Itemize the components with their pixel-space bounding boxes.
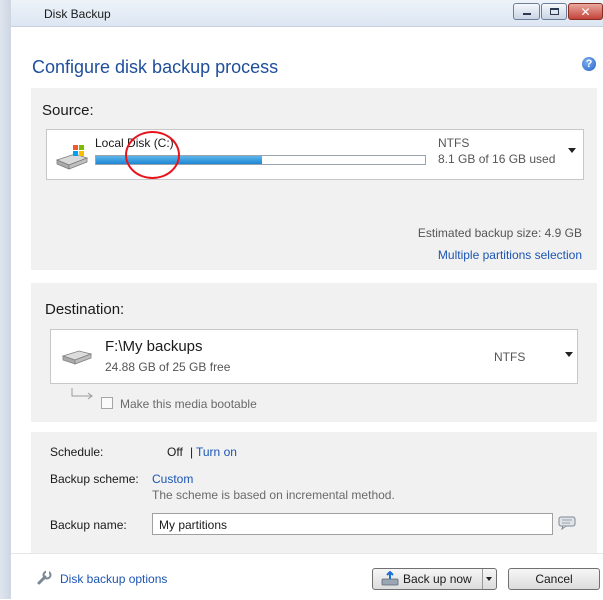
disk-backup-options-link[interactable]: Disk backup options: [60, 572, 167, 586]
close-icon: ✕: [580, 5, 591, 19]
destination-free-space: 24.88 GB of 25 GB free: [105, 360, 231, 374]
split-button-divider: [482, 569, 483, 589]
window-title: Disk Backup: [44, 7, 111, 21]
tree-connector-icon: [71, 388, 93, 400]
backup-name-input[interactable]: My partitions: [152, 513, 553, 535]
schedule-label: Schedule:: [50, 445, 104, 459]
backup-scheme-label: Backup scheme:: [50, 472, 139, 486]
multiple-partitions-link[interactable]: Multiple partitions selection: [438, 248, 582, 262]
destination-path: F:\My backups: [105, 338, 203, 355]
page-title: Configure disk backup process: [32, 57, 279, 77]
maximize-icon: [550, 8, 559, 15]
turn-on-link[interactable]: Turn on: [196, 445, 237, 459]
minimize-icon: [523, 13, 531, 15]
annotation-circle: [125, 131, 180, 179]
local-disk-icon: [55, 145, 89, 170]
wrench-icon: [37, 570, 52, 585]
dialog-footer: Disk backup options Back up now Cancel: [11, 553, 603, 600]
backup-scheme-description: The scheme is based on incremental metho…: [152, 488, 395, 502]
disk-backup-window: Disk Backup ✕ Configure disk backup proc…: [0, 0, 603, 600]
destination-label: Destination:: [45, 301, 125, 318]
estimated-backup-size: Estimated backup size: 4.9 GB: [417, 226, 582, 240]
minimize-button[interactable]: [513, 3, 540, 20]
bootable-label: Make this media bootable: [120, 397, 257, 411]
back-up-now-button[interactable]: Back up now: [372, 568, 497, 590]
close-button[interactable]: ✕: [568, 3, 603, 20]
source-filesystem: NTFS: [438, 136, 470, 150]
destination-filesystem: NTFS: [494, 350, 526, 364]
source-usage-text: 8.1 GB of 16 GB used: [438, 152, 556, 166]
schedule-state: Off: [167, 445, 183, 459]
back-up-now-label: Back up now: [403, 572, 472, 586]
backup-drive-icon: [381, 571, 399, 586]
cancel-button[interactable]: Cancel: [508, 568, 600, 590]
source-dropdown-arrow-icon[interactable]: [568, 148, 576, 153]
source-panel: Source: Local Disk (C:) NTFS 8.1 GB of 1…: [31, 88, 597, 270]
drive-icon: [61, 350, 93, 365]
help-icon[interactable]: ?: [582, 57, 596, 71]
source-label: Source:: [42, 102, 94, 119]
window-left-strip: [0, 0, 11, 599]
schedule-separator: |: [190, 445, 194, 459]
destination-dropdown-arrow-icon[interactable]: [565, 352, 573, 357]
comment-icon[interactable]: [558, 516, 576, 530]
back-up-now-dropdown-icon[interactable]: [486, 577, 492, 581]
destination-selector[interactable]: F:\My backups 24.88 GB of 25 GB free NTF…: [50, 329, 578, 384]
backup-scheme-link[interactable]: Custom: [152, 472, 193, 486]
bootable-checkbox[interactable]: [101, 397, 113, 409]
maximize-button[interactable]: [541, 3, 567, 20]
backup-name-label: Backup name:: [50, 518, 127, 532]
destination-panel: Destination: F:\My backups 24.88 GB of 2…: [31, 283, 597, 422]
